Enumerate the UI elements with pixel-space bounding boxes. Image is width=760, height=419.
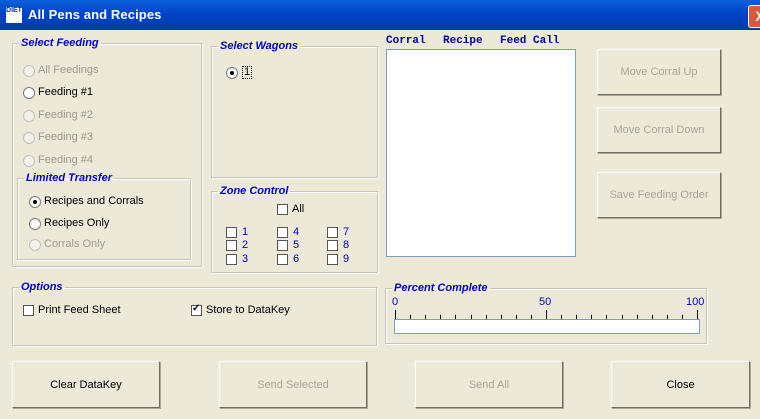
- corral-recipe-list[interactable]: [386, 49, 576, 257]
- radio-button[interactable]: [23, 132, 35, 144]
- radio-button[interactable]: [23, 110, 35, 122]
- radio-button[interactable]: [23, 87, 35, 99]
- zone-label: 5: [293, 239, 300, 251]
- percent-complete-legend: Percent Complete: [394, 282, 488, 294]
- zone-all-label: All: [292, 203, 305, 215]
- limited-transfer-legend: Limited Transfer: [26, 172, 112, 184]
- checkbox[interactable]: [327, 240, 338, 251]
- zone-label: 1: [242, 226, 249, 238]
- options-legend: Options: [21, 281, 63, 293]
- checkbox[interactable]: [226, 240, 237, 251]
- store-to-datakey-label: Store to DataKey: [206, 304, 290, 316]
- close-window-button[interactable]: X: [748, 5, 760, 28]
- percent-min-label: 0: [392, 296, 399, 308]
- zone-control-legend: Zone Control: [220, 185, 289, 197]
- send-all-button[interactable]: Send All: [415, 361, 563, 408]
- select-wagons-group: Select Wagons: [211, 40, 378, 178]
- checkbox[interactable]: [277, 240, 288, 251]
- column-header-corral: Corral: [386, 35, 426, 47]
- column-header-recipe: Recipe: [443, 35, 483, 47]
- wagon-option-label: 1: [242, 66, 253, 79]
- radio-button[interactable]: [29, 196, 41, 208]
- radio-button[interactable]: [23, 155, 35, 167]
- feeding-option-label: All Feedings: [38, 64, 99, 76]
- move-corral-down-button[interactable]: Move Corral Down: [597, 107, 721, 153]
- save-feeding-order-button[interactable]: Save Feeding Order: [597, 172, 721, 218]
- select-feeding-legend: Select Feeding: [21, 37, 99, 49]
- zone-label: 6: [293, 253, 300, 265]
- radio-button[interactable]: [29, 239, 41, 251]
- transfer-option-label: Recipes Only: [44, 217, 110, 229]
- close-button[interactable]: Close: [611, 361, 750, 408]
- window-title: All Pens and Recipes: [28, 7, 162, 22]
- checkbox[interactable]: [327, 227, 338, 238]
- transfer-option-label: Recipes and Corrals: [44, 195, 144, 207]
- zone-label: 2: [242, 239, 249, 251]
- transfer-option-label: Corrals Only: [44, 238, 106, 250]
- title-bar: DIET All Pens and Recipes X: [0, 0, 760, 30]
- zone-label: 3: [242, 253, 249, 265]
- checkbox[interactable]: [277, 204, 288, 215]
- print-feed-sheet-label: Print Feed Sheet: [38, 304, 121, 316]
- feeding-option-label: Feeding #4: [38, 154, 94, 166]
- clear-datakey-button[interactable]: Clear DataKey: [12, 361, 160, 408]
- checkbox[interactable]: [277, 227, 288, 238]
- zone-label: 8: [343, 239, 350, 251]
- percent-progress-bar: [394, 319, 700, 334]
- checkbox[interactable]: [23, 305, 34, 316]
- checkbox[interactable]: [327, 254, 338, 265]
- percent-max-label: 100: [686, 296, 705, 308]
- move-corral-up-button[interactable]: Move Corral Up: [597, 49, 721, 95]
- feeding-option-label: Feeding #3: [38, 131, 94, 143]
- send-selected-button[interactable]: Send Selected: [219, 361, 367, 408]
- select-wagons-legend: Select Wagons: [220, 40, 299, 52]
- radio-button[interactable]: [226, 67, 238, 79]
- radio-button[interactable]: [23, 65, 35, 77]
- radio-button[interactable]: [29, 218, 41, 230]
- column-header-feed-call: Feed Call: [500, 35, 560, 47]
- zone-label: 4: [293, 226, 300, 238]
- checkbox[interactable]: [226, 227, 237, 238]
- feeding-option-label: Feeding #1: [38, 86, 94, 98]
- feeding-option-label: Feeding #2: [38, 109, 94, 121]
- percent-mid-label: 50: [539, 296, 552, 308]
- zone-label: 9: [343, 253, 350, 265]
- app-icon: DIET: [6, 7, 22, 23]
- checkbox[interactable]: [191, 303, 202, 316]
- zone-label: 7: [343, 226, 350, 238]
- checkbox[interactable]: [277, 254, 288, 265]
- checkbox[interactable]: [226, 254, 237, 265]
